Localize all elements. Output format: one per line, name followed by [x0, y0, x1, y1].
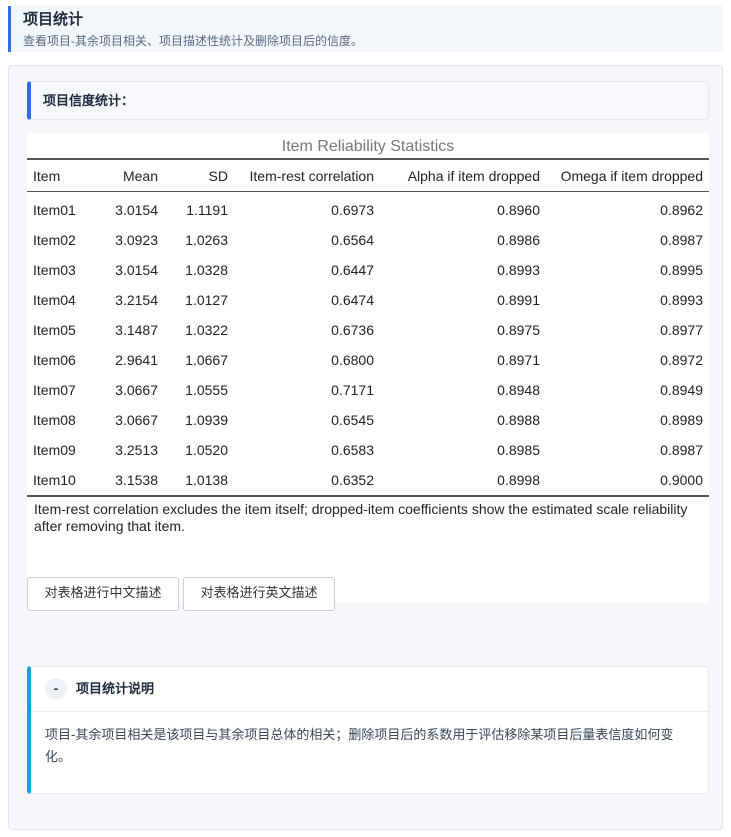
table-title: Item Reliability Statistics	[281, 138, 455, 155]
cell-item-rest: 0.6800	[331, 352, 374, 368]
cell-item-rest: 0.6973	[331, 202, 374, 218]
cell-alpha: 0.8988	[497, 412, 540, 428]
table-row: Item08 3.0667 1.0939 0.6545 0.8988 0.898…	[27, 405, 709, 435]
column-header-omega: Omega if item dropped	[546, 158, 709, 192]
cell-item: Item09	[33, 442, 76, 458]
cell-alpha: 0.8985	[497, 442, 540, 458]
cell-alpha: 0.8991	[497, 292, 540, 308]
cell-mean: 3.1487	[115, 322, 158, 338]
table-row: Item09 3.2513 1.0520 0.6583 0.8985 0.898…	[27, 435, 709, 465]
describe-english-button[interactable]: 对表格进行英文描述	[183, 577, 335, 611]
table-header-row: Item Mean SD Item-rest correlation Alpha…	[27, 158, 709, 192]
column-header-sd: SD	[164, 158, 234, 192]
cell-omega: 0.8972	[660, 352, 703, 368]
cell-mean: 3.0667	[115, 382, 158, 398]
cell-mean: 3.0667	[115, 412, 158, 428]
cell-mean: 3.0154	[115, 262, 158, 278]
cell-item: Item03	[33, 262, 76, 278]
page-subtitle: 查看项目-其余项目相关、项目描述性统计及删除项目后的信度。	[23, 34, 363, 48]
cell-mean: 3.1538	[91, 465, 164, 497]
cell-omega: 0.8995	[660, 262, 703, 278]
cell-item-rest: 0.6545	[331, 412, 374, 428]
reliability-table-card: Item Reliability Statistics Item Mean SD…	[27, 133, 709, 603]
cell-item-rest: 0.6564	[331, 232, 374, 248]
cell-sd: 1.0667	[185, 352, 228, 368]
cell-alpha: 0.8998	[380, 465, 546, 497]
page-title: 项目统计	[23, 11, 84, 28]
cell-sd: 1.1191	[186, 202, 228, 218]
collapse-toggle-icon[interactable]: -	[45, 678, 67, 700]
cell-mean: 3.0923	[115, 232, 158, 248]
cell-item-rest: 0.6736	[331, 322, 374, 338]
page-header: 项目统计 查看项目-其余项目相关、项目描述性统计及删除项目后的信度。	[8, 6, 723, 52]
cell-item-rest: 0.6447	[331, 262, 374, 278]
cell-omega: 0.8987	[660, 442, 703, 458]
reliability-panel: 项目信度统计： Item Reliability Statistics Item…	[8, 65, 723, 830]
table-row: Item05 3.1487 1.0322 0.6736 0.8975 0.897…	[27, 315, 709, 345]
cell-sd: 1.0127	[185, 292, 228, 308]
cell-alpha: 0.8948	[497, 382, 540, 398]
column-header-item: Item	[27, 158, 91, 192]
cell-item: Item04	[33, 292, 76, 308]
cell-item-rest: 0.6474	[331, 292, 374, 308]
describe-chinese-button[interactable]: 对表格进行中文描述	[27, 577, 179, 611]
info-card-header[interactable]: - 项目统计说明	[31, 667, 708, 712]
cell-item-rest: 0.6583	[331, 442, 374, 458]
cell-item: Item06	[33, 352, 76, 368]
column-header-alpha: Alpha if item dropped	[380, 158, 546, 192]
cell-item: Item10	[27, 465, 91, 497]
info-card-body: 项目-其余项目相关是该项目与其余项目总体的相关；删除项目后的系数用于评估移除某项…	[45, 727, 674, 764]
cell-omega: 0.8962	[660, 202, 703, 218]
cell-sd: 1.0520	[185, 442, 228, 458]
cell-sd: 1.0322	[185, 322, 228, 338]
cell-sd: 1.0555	[185, 382, 228, 398]
cell-item: Item07	[33, 382, 76, 398]
cell-mean: 2.9641	[115, 352, 158, 368]
cell-omega: 0.8949	[660, 382, 703, 398]
column-header-mean: Mean	[91, 158, 164, 192]
table-row: Item01 3.0154 1.1191 0.6973 0.8960 0.896…	[27, 192, 709, 226]
cell-alpha: 0.8971	[497, 352, 540, 368]
cell-omega: 0.9000	[546, 465, 709, 497]
column-header-item-rest: Item-rest correlation	[234, 158, 380, 192]
info-card-title: 项目统计说明	[76, 681, 155, 696]
cell-alpha: 0.8960	[497, 202, 540, 218]
table-row: Item03 3.0154 1.0328 0.6447 0.8993 0.899…	[27, 255, 709, 285]
cell-alpha: 0.8993	[497, 262, 540, 278]
cell-item-rest: 0.7171	[331, 382, 374, 398]
cell-item: Item01	[33, 202, 76, 218]
cell-omega: 0.8977	[660, 322, 703, 338]
table-note: Item-rest correlation excludes the item …	[34, 501, 688, 534]
cell-omega: 0.8989	[660, 412, 703, 428]
item-reliability-table: Item Mean SD Item-rest correlation Alpha…	[27, 158, 709, 497]
cell-omega: 0.8987	[660, 232, 703, 248]
item-stats-info-card: - 项目统计说明 项目-其余项目相关是该项目与其余项目总体的相关；删除项目后的系…	[27, 666, 709, 794]
cell-sd: 1.0939	[185, 412, 228, 428]
table-row: Item10 3.1538 1.0138 0.6352 0.8998 0.900…	[27, 465, 709, 497]
table-row: Item02 3.0923 1.0263 0.6564 0.8986 0.898…	[27, 225, 709, 255]
cell-mean: 3.0154	[115, 202, 158, 218]
table-row: Item04 3.2154 1.0127 0.6474 0.8991 0.899…	[27, 285, 709, 315]
table-row: Item07 3.0667 1.0555 0.7171 0.8948 0.894…	[27, 375, 709, 405]
section-title: 项目信度统计：	[27, 81, 709, 120]
cell-item: Item08	[33, 412, 76, 428]
cell-sd: 1.0138	[164, 465, 234, 497]
cell-alpha: 0.8975	[497, 322, 540, 338]
cell-sd: 1.0328	[185, 262, 228, 278]
cell-mean: 3.2154	[115, 292, 158, 308]
cell-item: Item05	[33, 322, 76, 338]
cell-item: Item02	[33, 232, 76, 248]
cell-sd: 1.0263	[185, 232, 228, 248]
table-row: Item06 2.9641 1.0667 0.6800 0.8971 0.897…	[27, 345, 709, 375]
cell-omega: 0.8993	[660, 292, 703, 308]
cell-alpha: 0.8986	[497, 232, 540, 248]
cell-mean: 3.2513	[115, 442, 158, 458]
cell-item-rest: 0.6352	[234, 465, 380, 497]
